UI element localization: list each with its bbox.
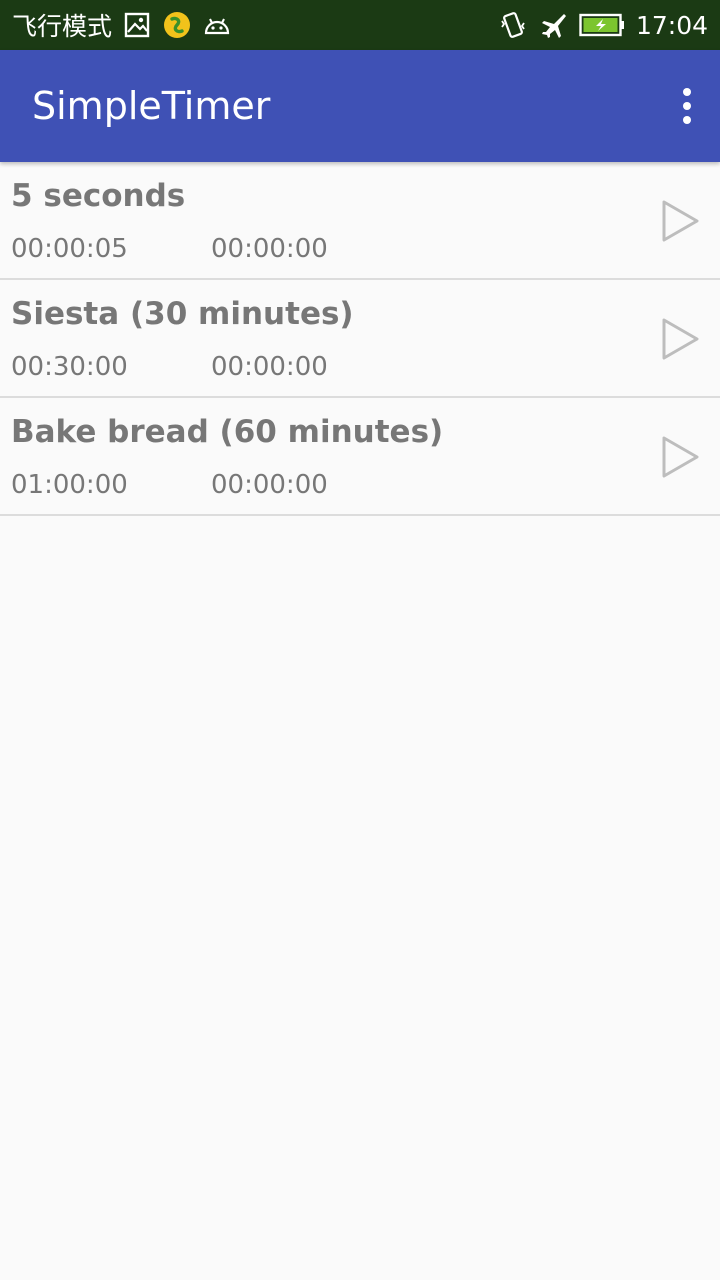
- vibrate-icon: [498, 10, 528, 40]
- status-time: 17:04: [635, 10, 708, 40]
- play-icon[interactable]: [660, 316, 702, 362]
- airplane-mode-label: 飞行模式: [12, 12, 113, 41]
- menu-dot: [683, 102, 691, 110]
- timer-row[interactable]: Bake bread (60 minutes) 01:00:00 00:00:0…: [0, 398, 720, 516]
- timer-list: 5 seconds 00:00:05 00:00:00 Siesta (30 m…: [0, 162, 720, 516]
- timer-remaining: 00:00:00: [211, 470, 328, 500]
- play-icon[interactable]: [660, 434, 702, 480]
- app-title: SimpleTimer: [32, 84, 271, 128]
- play-icon[interactable]: [660, 198, 702, 244]
- menu-dot: [683, 116, 691, 124]
- status-left: 飞行模式: [12, 7, 232, 43]
- app-bar: SimpleTimer: [0, 50, 720, 162]
- timer-name: 5 seconds: [11, 178, 186, 214]
- timer-remaining: 00:00:00: [211, 352, 328, 382]
- timer-duration: 00:30:00: [11, 352, 128, 382]
- menu-dot: [683, 88, 691, 96]
- timer-duration: 00:00:05: [11, 234, 128, 264]
- timer-row[interactable]: Siesta (30 minutes) 00:30:00 00:00:00: [0, 280, 720, 398]
- status-bar: 飞行模式 17:04: [0, 0, 720, 50]
- timer-row[interactable]: 5 seconds 00:00:05 00:00:00: [0, 162, 720, 280]
- image-icon: [122, 10, 152, 40]
- timer-name: Siesta (30 minutes): [11, 296, 354, 332]
- overflow-menu-icon[interactable]: [674, 84, 700, 128]
- timer-remaining: 00:00:00: [211, 234, 328, 264]
- timer-duration: 01:00:00: [11, 470, 128, 500]
- timer-name: Bake bread (60 minutes): [11, 414, 444, 450]
- battery-charging-icon: [578, 10, 626, 40]
- music-icon: [162, 10, 192, 40]
- android-icon: [202, 10, 232, 40]
- airplane-icon: [538, 10, 568, 40]
- status-right: 17:04: [498, 10, 708, 40]
